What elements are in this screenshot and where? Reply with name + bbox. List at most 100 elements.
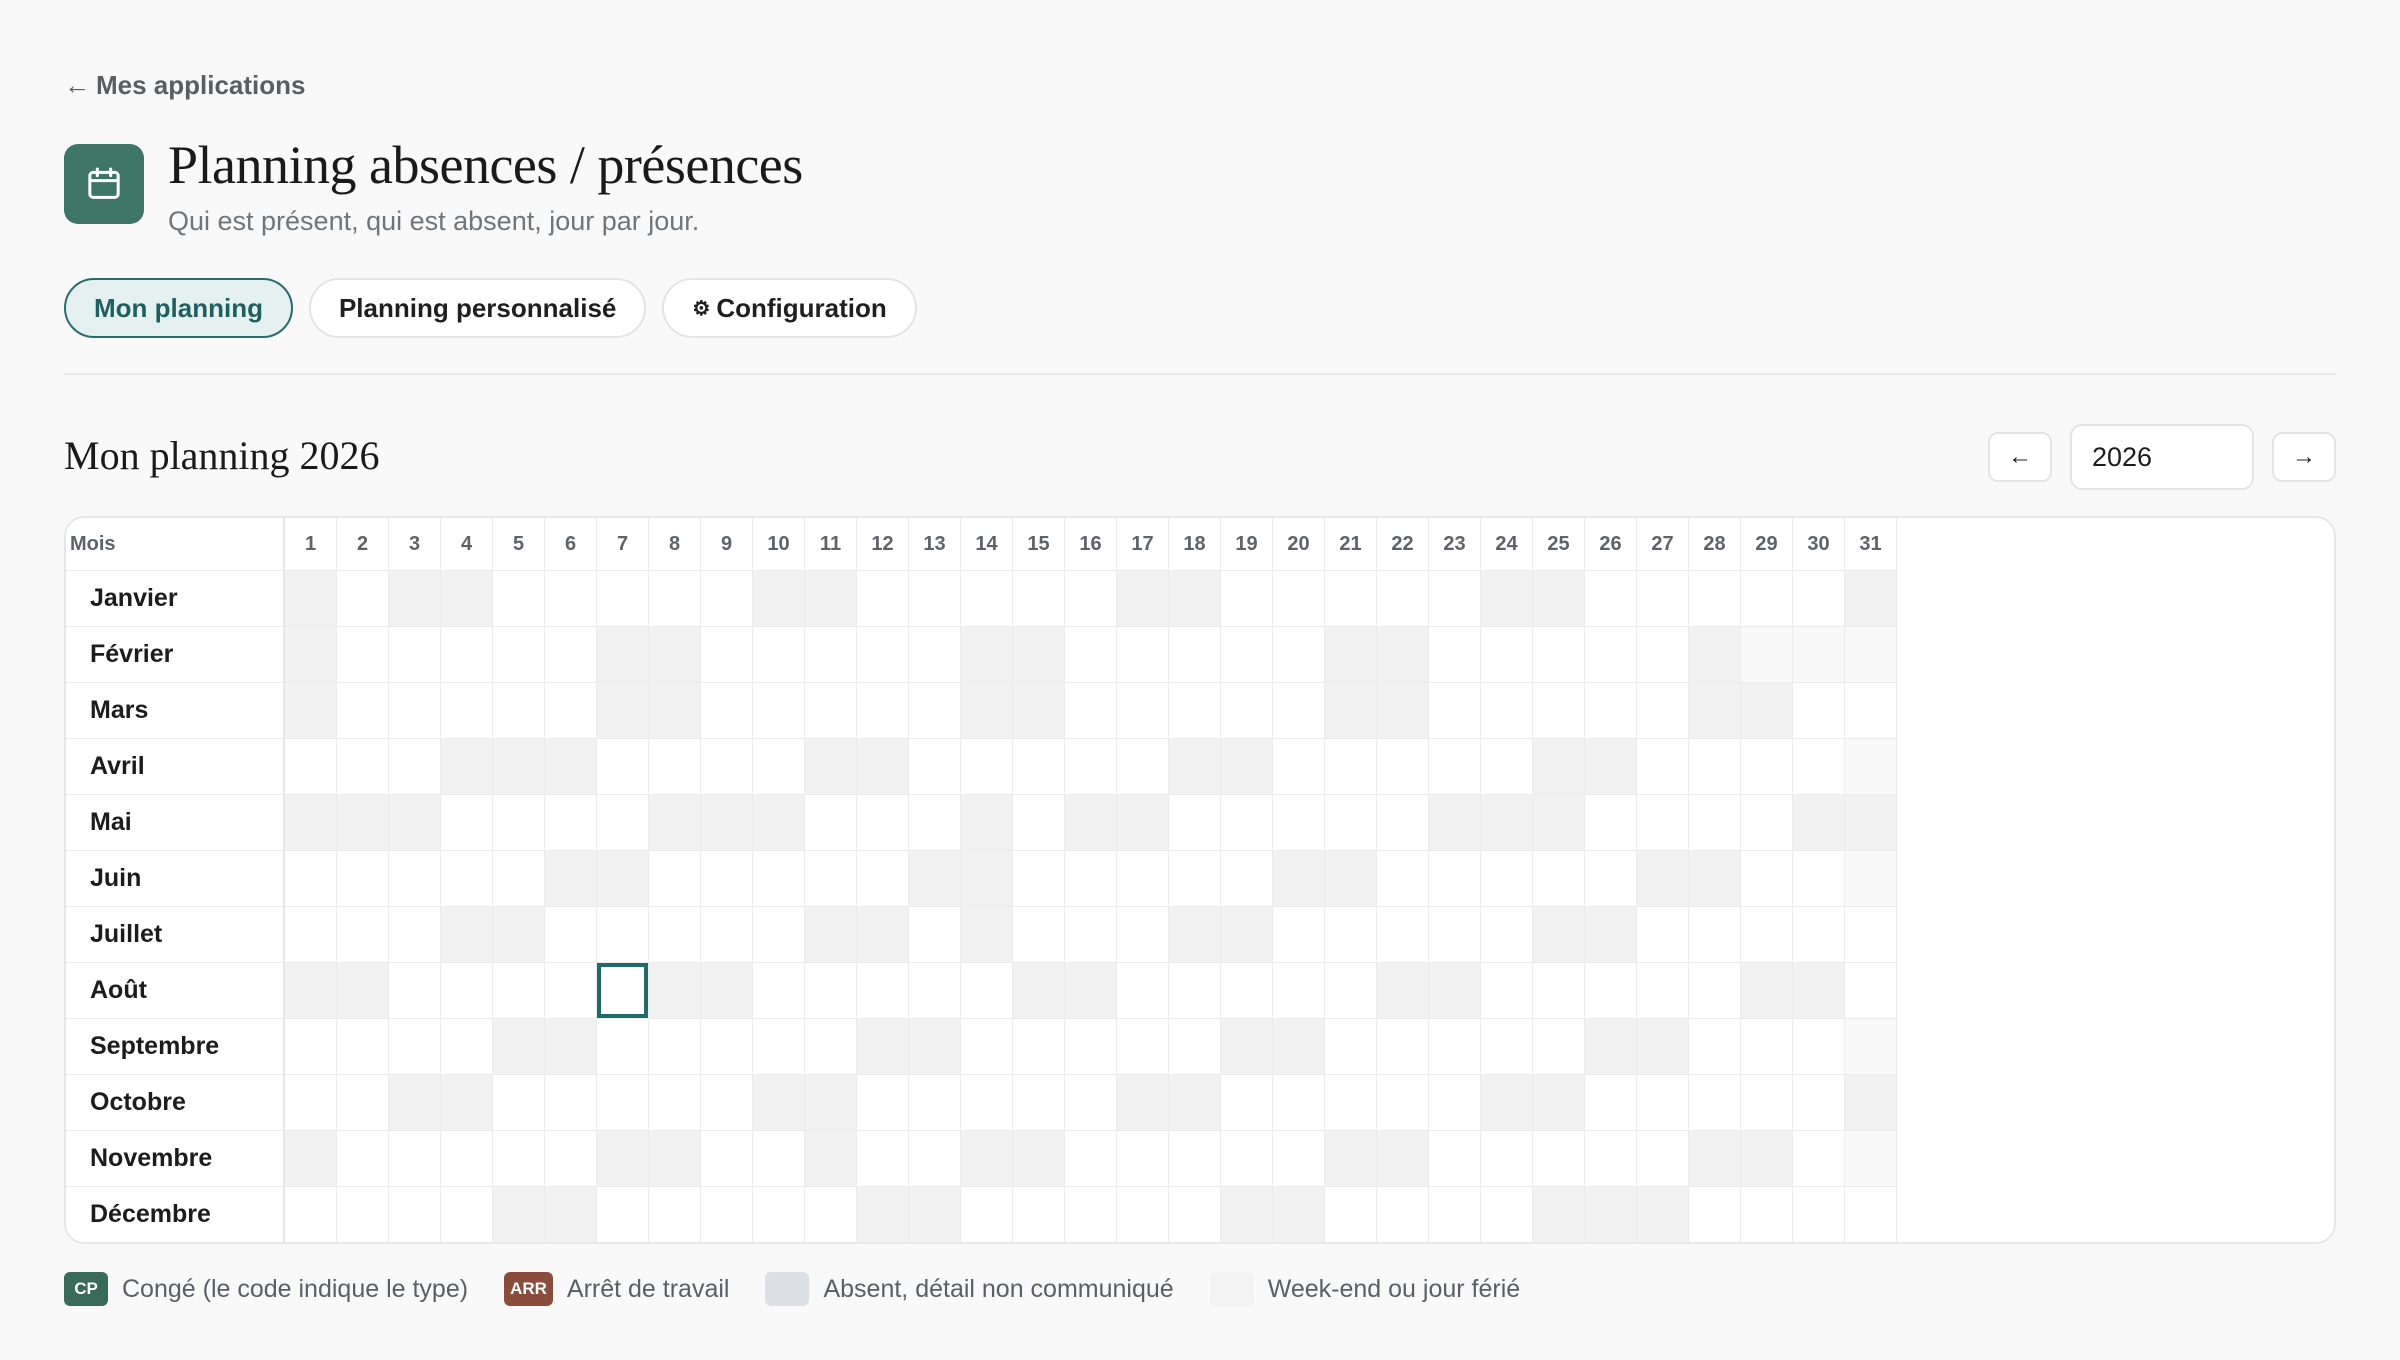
day-cell[interactable] [1480, 850, 1533, 907]
day-cell[interactable] [336, 794, 389, 851]
day-cell[interactable] [1428, 794, 1481, 851]
day-cell[interactable] [1168, 738, 1221, 795]
day-cell[interactable] [1636, 1130, 1689, 1187]
day-cell[interactable] [283, 1186, 337, 1242]
day-cell[interactable] [1012, 794, 1065, 851]
day-cell[interactable] [1376, 1186, 1429, 1242]
day-cell[interactable] [856, 962, 909, 1019]
day-cell[interactable] [336, 626, 389, 683]
day-cell[interactable] [1220, 738, 1273, 795]
day-cell[interactable] [1428, 1018, 1481, 1075]
day-cell[interactable] [908, 626, 961, 683]
day-cell[interactable] [856, 738, 909, 795]
day-cell[interactable] [648, 962, 701, 1019]
day-cell[interactable] [856, 1018, 909, 1075]
day-cell[interactable] [1636, 626, 1689, 683]
day-cell[interactable] [283, 1074, 337, 1131]
day-cell[interactable] [700, 850, 753, 907]
day-cell[interactable] [804, 626, 857, 683]
day-cell[interactable] [1324, 682, 1377, 739]
day-cell[interactable] [856, 906, 909, 963]
day-cell[interactable] [492, 1074, 545, 1131]
day-cell[interactable] [544, 1074, 597, 1131]
day-cell[interactable] [388, 850, 441, 907]
day-cell[interactable] [752, 682, 805, 739]
day-cell[interactable] [1116, 626, 1169, 683]
day-cell[interactable] [960, 626, 1013, 683]
day-cell[interactable] [1532, 1074, 1585, 1131]
day-cell[interactable] [544, 850, 597, 907]
day-cell[interactable] [700, 1186, 753, 1242]
day-cell[interactable] [1584, 738, 1637, 795]
day-cell[interactable] [1012, 962, 1065, 1019]
day-cell[interactable] [283, 850, 337, 907]
day-cell[interactable] [1012, 1130, 1065, 1187]
day-cell[interactable] [960, 850, 1013, 907]
day-cell[interactable] [700, 1018, 753, 1075]
day-cell[interactable] [856, 850, 909, 907]
day-cell[interactable] [804, 1130, 857, 1187]
day-cell[interactable] [492, 962, 545, 1019]
day-cell[interactable] [1740, 850, 1793, 907]
day-cell[interactable] [336, 1074, 389, 1131]
day-cell[interactable] [1168, 682, 1221, 739]
day-cell[interactable] [1740, 1186, 1793, 1242]
day-cell[interactable] [960, 1074, 1013, 1131]
day-cell[interactable] [492, 906, 545, 963]
day-cell[interactable] [1272, 682, 1325, 739]
day-cell[interactable] [596, 1186, 649, 1242]
day-cell[interactable] [1428, 1186, 1481, 1242]
day-cell[interactable] [492, 1186, 545, 1242]
day-cell[interactable] [1168, 1130, 1221, 1187]
day-cell[interactable] [544, 626, 597, 683]
day-cell[interactable] [1012, 1186, 1065, 1242]
day-cell[interactable] [1428, 962, 1481, 1019]
day-cell[interactable] [544, 682, 597, 739]
day-cell[interactable] [283, 1018, 337, 1075]
day-cell[interactable] [1116, 850, 1169, 907]
day-cell[interactable] [1168, 962, 1221, 1019]
day-cell[interactable] [700, 906, 753, 963]
day-cell[interactable] [1584, 1186, 1637, 1242]
day-cell[interactable] [1792, 570, 1845, 627]
day-cell[interactable] [1376, 850, 1429, 907]
day-cell[interactable] [960, 794, 1013, 851]
day-cell[interactable] [1116, 738, 1169, 795]
day-cell[interactable] [1480, 1130, 1533, 1187]
day-cell[interactable] [1064, 1186, 1117, 1242]
day-cell[interactable] [1428, 850, 1481, 907]
day-cell[interactable] [1740, 1130, 1793, 1187]
day-cell[interactable] [1376, 1130, 1429, 1187]
day-cell[interactable] [1792, 1018, 1845, 1075]
day-cell[interactable] [283, 570, 337, 627]
day-cell[interactable] [752, 850, 805, 907]
day-cell[interactable] [492, 1018, 545, 1075]
day-cell[interactable] [1064, 1074, 1117, 1131]
day-cell[interactable] [804, 682, 857, 739]
day-cell[interactable] [1688, 1186, 1741, 1242]
day-cell[interactable] [440, 962, 493, 1019]
day-cell[interactable] [1688, 794, 1741, 851]
day-cell[interactable] [752, 1186, 805, 1242]
day-cell[interactable] [1064, 1018, 1117, 1075]
day-cell[interactable] [1636, 850, 1689, 907]
day-cell[interactable] [1376, 682, 1429, 739]
day-cell[interactable] [1220, 1018, 1273, 1075]
day-cell[interactable] [1116, 1130, 1169, 1187]
day-cell[interactable] [492, 682, 545, 739]
day-cell[interactable] [908, 1130, 961, 1187]
day-cell[interactable] [283, 738, 337, 795]
day-cell[interactable] [1584, 1130, 1637, 1187]
day-cell[interactable] [596, 1074, 649, 1131]
day-cell[interactable] [440, 1186, 493, 1242]
day-cell[interactable] [440, 570, 493, 627]
day-cell[interactable] [1636, 962, 1689, 1019]
day-cell[interactable] [1792, 850, 1845, 907]
day-cell[interactable] [1480, 1074, 1533, 1131]
day-cell[interactable] [1168, 1186, 1221, 1242]
day-cell[interactable] [1324, 570, 1377, 627]
day-cell[interactable] [804, 1018, 857, 1075]
day-cell[interactable] [1428, 906, 1481, 963]
day-cell[interactable] [1324, 1074, 1377, 1131]
day-cell[interactable] [1740, 570, 1793, 627]
